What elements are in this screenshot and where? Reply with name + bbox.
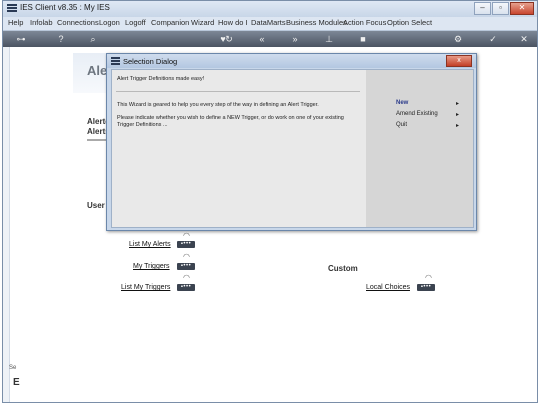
list-my-triggers-button[interactable]: ▪••• [177, 284, 195, 291]
dialog-divider [116, 91, 360, 92]
status-fragment-2: E [13, 377, 20, 388]
menu-help[interactable]: Help [8, 18, 23, 27]
dialog-options-panel: New ▸ Amend Existing ▸ Quit ▸ [366, 70, 473, 227]
dialog-icon [111, 57, 120, 65]
menu-logoff[interactable]: Logoff [125, 18, 146, 27]
menu-business-modules[interactable]: Business Modules [286, 18, 347, 27]
signal-icon: ◠ [183, 231, 190, 240]
settings-icon[interactable]: ⚙ [452, 33, 464, 45]
minimize-button[interactable]: – [474, 2, 491, 15]
pin-icon[interactable]: ⊥ [323, 33, 335, 45]
toolbar: ⊶ ? ⌕ ♥ ↻ « » ⊥ ■ ⚙ ✓ ✕ [3, 31, 537, 47]
status-fragment: Se [9, 365, 17, 371]
menu-option-select[interactable]: Option Select [387, 18, 432, 27]
local-choices-link[interactable]: Local Choices [366, 284, 410, 291]
left-strip [3, 47, 10, 402]
help-icon[interactable]: ? [55, 33, 67, 45]
menu-how-do-i[interactable]: How do I [218, 18, 248, 27]
option-amend-existing[interactable]: Amend Existing [396, 111, 438, 117]
menu-companion[interactable]: Companion [151, 18, 189, 27]
close-button[interactable]: ✕ [510, 2, 534, 15]
signal-icon: ◠ [183, 273, 190, 282]
check-icon[interactable]: ✓ [487, 33, 499, 45]
dialog-body: Alert Trigger Definitions made easy! Thi… [111, 69, 474, 228]
window-controls: – ▫ ✕ [473, 2, 534, 15]
dialog-title: Selection Dialog [123, 57, 178, 66]
maximize-button[interactable]: ▫ [492, 2, 509, 15]
arrow-right-icon: ▸ [456, 101, 460, 107]
my-triggers-button[interactable]: ▪••• [177, 263, 195, 270]
list-my-triggers-link[interactable]: List My Triggers [121, 284, 170, 291]
refresh-icon[interactable]: ↻ [223, 33, 235, 45]
option-quit[interactable]: Quit [396, 122, 407, 128]
stop-icon[interactable]: ■ [357, 33, 369, 45]
signal-icon: ◠ [183, 252, 190, 261]
forward-icon[interactable]: » [289, 33, 301, 45]
app-icon [7, 4, 17, 13]
my-triggers-link[interactable]: My Triggers [133, 263, 170, 270]
dialog-heading-text: Alert Trigger Definitions made easy! [117, 76, 205, 82]
close-icon[interactable]: ✕ [518, 33, 530, 45]
signal-icon: ◠ [425, 273, 432, 282]
arrow-right-icon: ▸ [456, 123, 460, 129]
custom-section-label: Custom [328, 264, 358, 273]
menu-wizard[interactable]: Wizard [191, 18, 214, 27]
dialog-paragraph-2: Please indicate whether you wish to defi… [117, 115, 344, 128]
window-title: IES Client v8.35 : My IES [20, 3, 110, 12]
local-choices-button[interactable]: ▪••• [417, 284, 435, 291]
menu-bar: Help Infolab Connections Logon Logoff Co… [3, 17, 537, 31]
menu-action-focus[interactable]: Action Focus [343, 18, 386, 27]
dialog-info-panel: Alert Trigger Definitions made easy! Thi… [112, 70, 366, 227]
menu-datamarts[interactable]: DataMarts [251, 18, 286, 27]
search-icon[interactable]: ⌕ [87, 33, 99, 45]
menu-infolab[interactable]: Infolab [30, 18, 53, 27]
arrow-right-icon: ▸ [456, 112, 460, 118]
option-new[interactable]: New [396, 100, 408, 106]
back-icon[interactable]: « [256, 33, 268, 45]
dialog-close-button[interactable]: x [446, 55, 472, 67]
menu-logon[interactable]: Logon [99, 18, 120, 27]
selection-dialog: Selection Dialog x Alert Trigger Definit… [106, 53, 477, 231]
list-my-alerts-button[interactable]: ▪••• [177, 241, 195, 248]
list-my-alerts-link[interactable]: List My Alerts [129, 241, 171, 248]
title-bar: IES Client v8.35 : My IES – ▫ ✕ [3, 1, 537, 17]
dialog-title-bar: Selection Dialog x [107, 54, 476, 68]
key-icon[interactable]: ⊶ [11, 33, 31, 45]
dialog-paragraph-1: This Wizard is geared to help you every … [117, 102, 319, 108]
menu-connections[interactable]: Connections [57, 18, 99, 27]
